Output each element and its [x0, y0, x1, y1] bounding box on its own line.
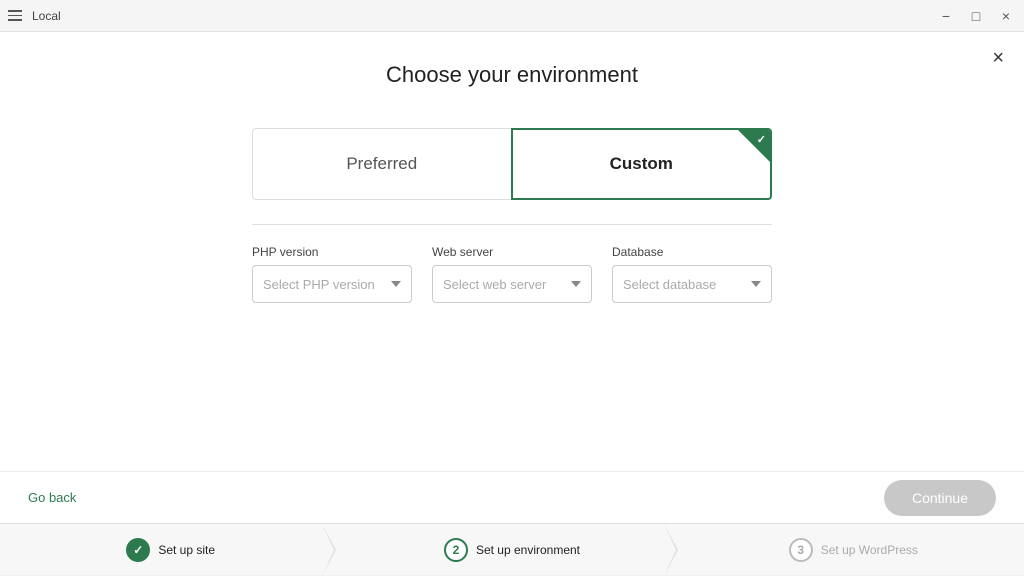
card-preferred[interactable]: Preferred [252, 128, 511, 200]
form-row: PHP version Select PHP version Web serve… [252, 245, 772, 303]
titlebar: Local − □ × [0, 0, 1024, 32]
web-server-placeholder: Select web server [443, 277, 546, 292]
database-label: Database [612, 245, 772, 259]
step-setup-wordpress: 3 Set up WordPress [683, 538, 1024, 562]
step-2-circle: 2 [444, 538, 468, 562]
step-setup-site: ✓ Set up site [0, 538, 341, 562]
database-placeholder: Select database [623, 277, 716, 292]
step-setup-environment: 2 Set up environment [341, 538, 682, 562]
php-version-placeholder: Select PHP version [263, 277, 375, 292]
step-1-separator-icon [322, 524, 342, 576]
titlebar-left: Local [8, 9, 61, 23]
step-1-circle: ✓ [126, 538, 150, 562]
titlebar-close-button[interactable]: × [996, 6, 1016, 26]
main-window: × Choose your environment Preferred Cust… [0, 32, 1024, 523]
hamburger-icon[interactable] [8, 10, 22, 21]
step-3-circle: 3 [789, 538, 813, 562]
php-version-select[interactable]: Select PHP version [252, 265, 412, 303]
database-select[interactable]: Select database [612, 265, 772, 303]
php-version-chevron-icon [391, 281, 401, 287]
dialog-title: Choose your environment [0, 62, 1024, 88]
app-title: Local [32, 9, 61, 23]
minimize-button[interactable]: − [936, 6, 956, 26]
php-version-label: PHP version [252, 245, 412, 259]
dialog-header: Choose your environment [0, 32, 1024, 88]
database-field: Database Select database [612, 245, 772, 303]
step-2-separator-icon [664, 524, 684, 576]
choice-area: Preferred Custom PHP version Select PHP … [0, 88, 1024, 471]
titlebar-controls: − □ × [936, 6, 1016, 26]
dialog-footer: Go back Continue [0, 471, 1024, 523]
card-custom-label: Custom [610, 154, 673, 174]
web-server-label: Web server [432, 245, 592, 259]
card-preferred-label: Preferred [346, 154, 417, 174]
dialog-close-button[interactable]: × [992, 48, 1004, 68]
section-divider [252, 224, 772, 225]
step-2-label: Set up environment [476, 543, 580, 557]
web-server-select[interactable]: Select web server [432, 265, 592, 303]
step-1-label: Set up site [158, 543, 215, 557]
php-version-field: PHP version Select PHP version [252, 245, 412, 303]
steps-bar: ✓ Set up site 2 Set up environment 3 Set… [0, 523, 1024, 575]
step-3-label: Set up WordPress [821, 543, 918, 557]
card-selected-indicator [738, 130, 770, 162]
go-back-button[interactable]: Go back [28, 490, 76, 505]
choice-cards: Preferred Custom [252, 128, 772, 200]
card-custom[interactable]: Custom [511, 128, 773, 200]
maximize-button[interactable]: □ [966, 6, 986, 26]
web-server-chevron-icon [571, 281, 581, 287]
database-chevron-icon [751, 281, 761, 287]
continue-button[interactable]: Continue [884, 480, 996, 516]
web-server-field: Web server Select web server [432, 245, 592, 303]
